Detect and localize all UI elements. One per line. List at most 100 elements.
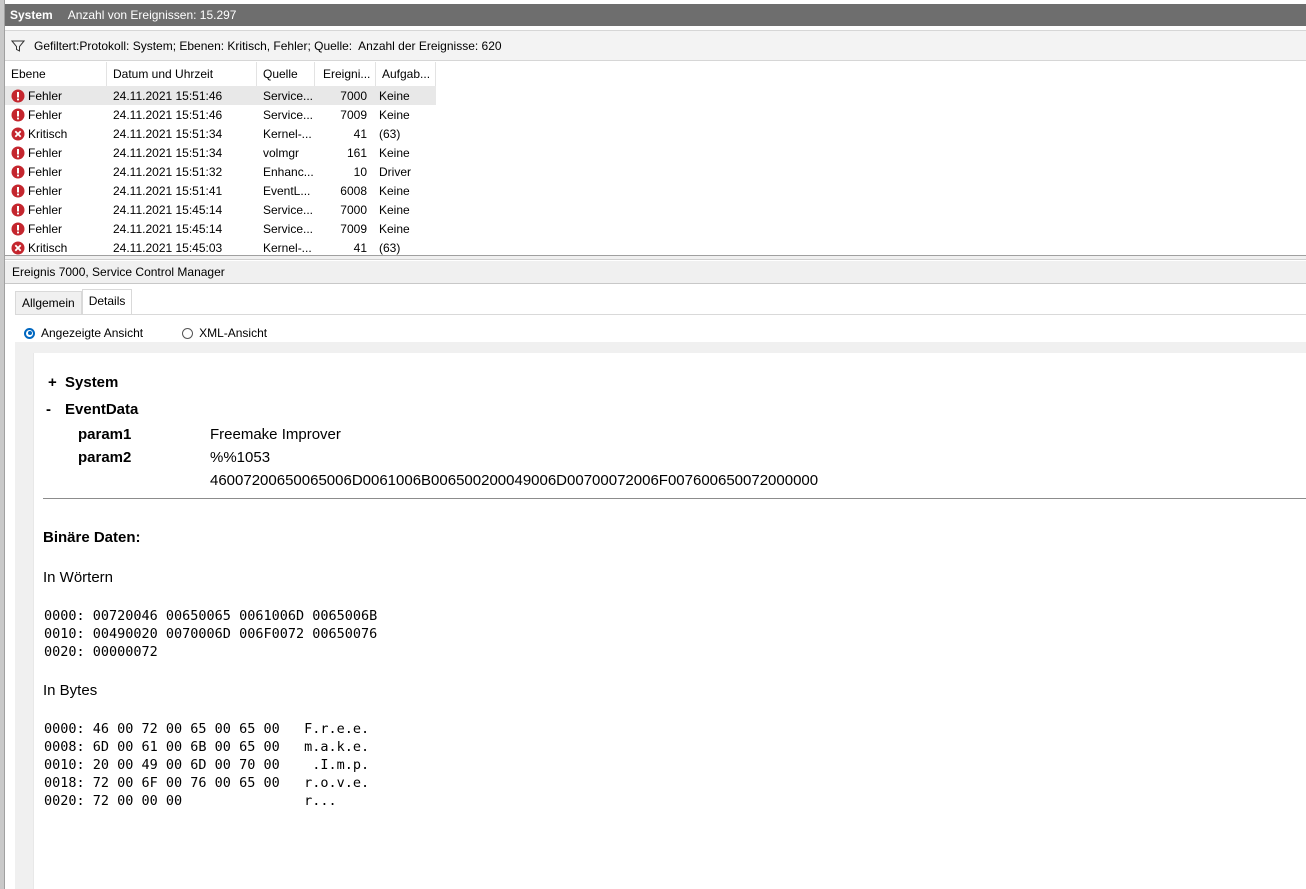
cell-event-id: 161 — [346, 145, 367, 160]
tree-node-eventdata[interactable]: - EventData — [46, 401, 138, 418]
cell-event-id: 7000 — [340, 202, 367, 217]
collapse-toggle[interactable]: - — [46, 401, 65, 418]
level-label: Fehler — [28, 88, 63, 103]
tab-general[interactable]: Allgemein — [15, 291, 82, 314]
cell-task: (63) — [379, 240, 401, 255]
cell-event-id: 6008 — [340, 183, 367, 198]
error-icon — [11, 165, 25, 178]
filter-bar: Gefiltert:Protokoll: System; Ebenen: Kri… — [5, 30, 1306, 61]
param1-name: param1 — [78, 426, 132, 443]
cell-level: Fehler — [5, 146, 107, 160]
error-icon — [11, 108, 25, 121]
tab-divider — [15, 314, 1306, 315]
tab-details[interactable]: Details — [81, 289, 133, 314]
table-row[interactable]: Kritisch 24.11.2021 15:45:03 Kernel-... 41 (… — [5, 238, 436, 255]
cell-date: 24.11.2021 15:51:46 — [113, 88, 223, 103]
radio-xml-view[interactable]: XML-Ansicht — [182, 326, 267, 340]
table-row[interactable]: Kritisch 24.11.2021 15:51:34 Kernel-... 41 (… — [5, 124, 436, 143]
cell-date: 24.11.2021 15:51:41 — [113, 183, 223, 198]
table-row[interactable]: Fehler 24.11.2021 15:51:34 volmgr 161 Keine — [5, 143, 436, 162]
event-table: Ebene Datum und Uhrzeit Quelle Ereigni..… — [5, 62, 1306, 255]
cell-event-id: 41 — [353, 240, 367, 255]
cell-source: Service... — [263, 221, 314, 236]
cell-event-id: 10 — [353, 164, 367, 179]
cell-source: Kernel-... — [263, 126, 312, 141]
cell-event-id: 7000 — [340, 88, 367, 103]
pane-splitter[interactable] — [5, 255, 1306, 260]
param2-binary-value: 46007200650065006D0061006B00650020004900… — [210, 472, 819, 489]
table-row[interactable]: Fehler 24.11.2021 15:45:14 Service... 7009 K… — [5, 219, 436, 238]
detail-title: Ereignis 7000, Service Control Manager — [12, 265, 225, 279]
level-label: Fehler — [28, 183, 63, 198]
cell-source: Service... — [263, 202, 314, 217]
cell-task: Driver — [379, 164, 411, 179]
param2-value: %%1053 — [210, 449, 271, 466]
detail-tabs: Allgemein Details — [15, 289, 133, 314]
cell-level: Fehler — [5, 203, 107, 217]
cell-date: 24.11.2021 15:51:32 — [113, 164, 223, 179]
column-header-level[interactable]: Ebene — [5, 62, 107, 86]
cell-level: Kritisch — [5, 241, 107, 255]
radio-friendly-view[interactable]: Angezeigte Ansicht — [24, 326, 143, 340]
param1-value: Freemake Improver — [210, 426, 341, 443]
column-header-date[interactable]: Datum und Uhrzeit — [107, 62, 257, 86]
binary-words-dump: 0000: 00720046 00650065 0061006D 0065006… — [44, 608, 378, 660]
cell-task: Keine — [379, 221, 410, 236]
cell-level: Kritisch — [5, 127, 107, 141]
table-row[interactable]: Fehler 24.11.2021 15:51:46 Service... 7009 K… — [5, 105, 436, 124]
error-icon — [11, 146, 25, 159]
level-label: Fehler — [28, 221, 63, 236]
level-label: Kritisch — [28, 240, 68, 255]
radio-button-selected[interactable] — [24, 327, 35, 339]
table-header: Ebene Datum und Uhrzeit Quelle Ereigni..… — [5, 62, 436, 86]
cell-event-id: 41 — [353, 126, 367, 141]
cell-level: Fehler — [5, 184, 107, 198]
detail-header: Ereignis 7000, Service Control Manager — [5, 261, 1306, 284]
cell-source: Service... — [263, 88, 314, 103]
error-icon — [11, 203, 25, 216]
tree-label-eventdata: EventData — [65, 401, 139, 418]
radio-button[interactable] — [182, 327, 194, 339]
words-label: In Wörtern — [43, 569, 114, 586]
column-header-event-id[interactable]: Ereigni... — [315, 62, 376, 86]
cell-task: Keine — [379, 183, 410, 198]
tree-node-system[interactable]: + System — [48, 374, 118, 391]
filter-count: Anzahl der Ereignisse: 620 — [358, 38, 502, 53]
cell-level: Fehler — [5, 89, 107, 103]
table-row[interactable]: Fehler 24.11.2021 15:45:14 Service... 7000 K… — [5, 200, 436, 219]
filter-description: Gefiltert:Protokoll: System; Ebenen: Kri… — [34, 38, 353, 53]
level-label: Fehler — [28, 107, 63, 122]
binary-bytes-dump: 0000: 46 00 72 00 65 00 65 00 F.r.e.e. 0… — [44, 721, 370, 809]
table-row[interactable]: Fehler 24.11.2021 15:51:41 EventL... 6008 Ke… — [5, 181, 436, 200]
cell-event-id: 7009 — [340, 221, 367, 236]
cell-date: 24.11.2021 15:45:14 — [113, 202, 223, 217]
cell-level: Fehler — [5, 108, 107, 122]
cell-source: Service... — [263, 107, 314, 122]
radio-friendly-label: Angezeigte Ansicht — [41, 326, 144, 340]
cell-task: Keine — [379, 202, 410, 217]
column-header-task[interactable]: Aufgab... — [376, 62, 436, 86]
level-label: Kritisch — [28, 126, 68, 141]
level-label: Fehler — [28, 202, 63, 217]
table-row[interactable]: Fehler 24.11.2021 15:51:46 Service... 7000 K… — [5, 86, 436, 105]
cell-date: 24.11.2021 15:51:46 — [113, 107, 223, 122]
cell-task: Keine — [379, 88, 410, 103]
param2-name: param2 — [78, 449, 132, 466]
cell-date: 24.11.2021 15:45:03 — [113, 240, 223, 255]
expand-toggle[interactable]: + — [48, 374, 65, 391]
cell-task: (63) — [379, 126, 401, 141]
level-label: Fehler — [28, 164, 63, 179]
column-header-source[interactable]: Quelle — [257, 62, 315, 86]
filter-icon — [11, 40, 25, 52]
table-body: Fehler 24.11.2021 15:51:46 Service... 7000 K… — [5, 86, 436, 255]
table-row[interactable]: Fehler 24.11.2021 15:51:32 Enhanc... 10 Driv… — [5, 162, 436, 181]
cell-event-id: 7009 — [340, 107, 367, 122]
cell-task: Keine — [379, 107, 410, 122]
cell-source: EventL... — [263, 183, 311, 198]
view-mode-selector: Angezeigte Ansicht XML-Ansicht — [24, 324, 305, 342]
error-icon — [11, 222, 25, 235]
cell-source: volmgr — [263, 145, 300, 160]
cell-level: Fehler — [5, 165, 107, 179]
cell-date: 24.11.2021 15:51:34 — [113, 126, 223, 141]
binary-data-title: Binäre Daten: — [43, 529, 141, 546]
